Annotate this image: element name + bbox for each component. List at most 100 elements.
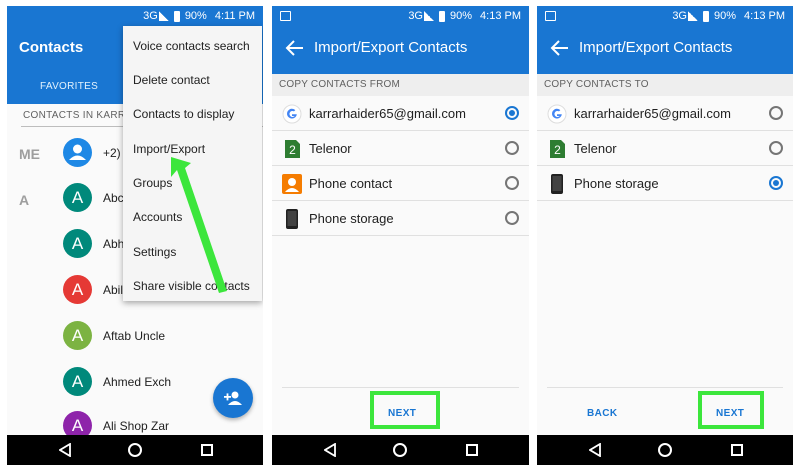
network-label: 3G <box>672 10 687 22</box>
nav-recents-icon[interactable] <box>466 444 478 456</box>
person-icon <box>69 144 86 160</box>
nav-back-icon[interactable] <box>324 443 336 457</box>
section-header: COPY CONTACTS FROM <box>272 74 529 96</box>
battery-level: 90% <box>450 10 473 22</box>
battery-level: 90% <box>184 10 207 22</box>
avatar: A <box>63 275 92 304</box>
source-option-phone-contact[interactable]: Phone contact <box>272 166 529 201</box>
status-bar: 3G 90% 4:13 PM <box>272 6 529 26</box>
sim-2-icon: 2 <box>285 140 300 158</box>
image-notification-icon <box>545 11 556 21</box>
app-bar: Import/Export Contacts <box>272 26 529 74</box>
navigation-bar <box>537 435 793 465</box>
option-label: Telenor <box>309 141 352 156</box>
back-arrow-icon[interactable] <box>284 37 306 59</box>
source-option-google[interactable]: karrarhaider65@gmail.com <box>272 96 529 131</box>
contact-name: Ahmed Exch <box>103 375 172 389</box>
menu-item-voice-search[interactable]: Voice contacts search <box>133 39 250 53</box>
import-export-from-screen: 3G 90% 4:13 PM Import/Export Contacts CO… <box>272 6 529 465</box>
account-group-header: CONTACTS IN KARRA <box>23 110 133 121</box>
phone-storage-icon <box>286 209 298 229</box>
svg-text:2: 2 <box>289 143 296 157</box>
source-option-phone-storage[interactable]: Phone storage <box>272 201 529 236</box>
nav-back-icon[interactable] <box>589 443 601 457</box>
radio-button[interactable] <box>769 141 783 155</box>
radio-button[interactable] <box>769 106 783 120</box>
add-contact-button[interactable] <box>213 378 253 418</box>
nav-home-icon[interactable] <box>393 443 407 457</box>
source-option-telenor[interactable]: 2 Telenor <box>272 131 529 166</box>
option-label: karrarhaider65@gmail.com <box>574 106 731 121</box>
image-notification-icon <box>280 11 291 21</box>
radio-button[interactable] <box>769 176 783 190</box>
back-arrow-icon[interactable] <box>549 37 571 59</box>
next-button[interactable]: NEXT <box>388 408 416 419</box>
contact-name: +2) <box>103 146 121 160</box>
status-bar: 3G 90% 4:11 PM <box>7 6 263 26</box>
status-bar: 3G 90% 4:13 PM <box>537 6 793 26</box>
signal-icon <box>424 11 434 21</box>
option-label: Phone storage <box>309 211 394 226</box>
avatar: A <box>63 367 92 396</box>
contact-name: Ali Shop Zar <box>103 419 170 433</box>
battery-icon <box>173 10 180 22</box>
battery-icon <box>703 10 709 22</box>
radio-button[interactable] <box>505 211 519 225</box>
menu-item-contacts-to-display[interactable]: Contacts to display <box>133 107 234 121</box>
network-indicator: 3G <box>672 10 698 22</box>
destination-option-telenor[interactable]: 2 Telenor <box>537 131 793 166</box>
back-button[interactable]: BACK <box>587 408 618 419</box>
phone-storage-icon <box>551 174 563 194</box>
navigation-bar <box>272 435 529 465</box>
network-label: 3G <box>408 10 423 22</box>
svg-text:2: 2 <box>554 143 561 157</box>
destination-option-google[interactable]: karrarhaider65@gmail.com <box>537 96 793 131</box>
page-title: Contacts <box>19 39 84 56</box>
app-bar: Import/Export Contacts <box>537 26 793 74</box>
pointer-arrow-annotation <box>171 157 227 293</box>
sim-2-icon: 2 <box>550 140 565 158</box>
battery-icon <box>439 10 445 22</box>
clock: 4:11 PM <box>214 10 255 22</box>
option-label: Phone storage <box>574 176 659 191</box>
radio-button[interactable] <box>505 176 519 190</box>
option-label: Telenor <box>574 141 617 156</box>
nav-home-icon[interactable] <box>128 443 142 457</box>
nav-home-icon[interactable] <box>658 443 672 457</box>
avatar <box>63 138 92 167</box>
signal-icon <box>158 11 169 21</box>
nav-recents-icon[interactable] <box>731 444 743 456</box>
google-icon <box>282 104 302 124</box>
radio-button[interactable] <box>505 141 519 155</box>
next-button[interactable]: NEXT <box>716 408 744 419</box>
section-letter-a: A <box>19 192 30 208</box>
network-indicator: 3G <box>408 10 434 22</box>
network-indicator: 3G <box>143 10 169 22</box>
clock: 4:13 PM <box>744 10 785 22</box>
section-letter-me: ME <box>19 146 40 162</box>
avatar: A <box>63 229 92 258</box>
nav-recents-icon[interactable] <box>201 444 213 456</box>
avatar: A <box>63 321 92 350</box>
signal-icon <box>688 11 698 21</box>
option-label: karrarhaider65@gmail.com <box>309 106 466 121</box>
battery-level: 90% <box>714 10 737 22</box>
avatar: A <box>63 183 92 212</box>
page-title: Import/Export Contacts <box>314 39 468 56</box>
network-label: 3G <box>143 10 158 22</box>
google-icon <box>547 104 567 124</box>
section-header: COPY CONTACTS TO <box>537 74 793 96</box>
phone-contact-icon <box>282 174 302 194</box>
nav-back-icon[interactable] <box>59 443 71 457</box>
import-export-to-screen: 3G 90% 4:13 PM Import/Export Contacts CO… <box>537 6 793 465</box>
contact-name: Abc <box>103 191 124 205</box>
contact-name: Aftab Uncle <box>103 329 166 343</box>
clock: 4:13 PM <box>480 10 521 22</box>
destination-option-phone-storage[interactable]: Phone storage <box>537 166 793 201</box>
contacts-screen: 3G 90% 4:11 PM Contacts FAVORITES CONTAC… <box>7 6 263 465</box>
tab-favorites[interactable]: FAVORITES <box>40 81 98 92</box>
contact-name: Abil <box>103 283 124 297</box>
menu-item-delete-contact[interactable]: Delete contact <box>133 73 210 87</box>
navigation-bar <box>7 435 263 465</box>
radio-button[interactable] <box>505 106 519 120</box>
